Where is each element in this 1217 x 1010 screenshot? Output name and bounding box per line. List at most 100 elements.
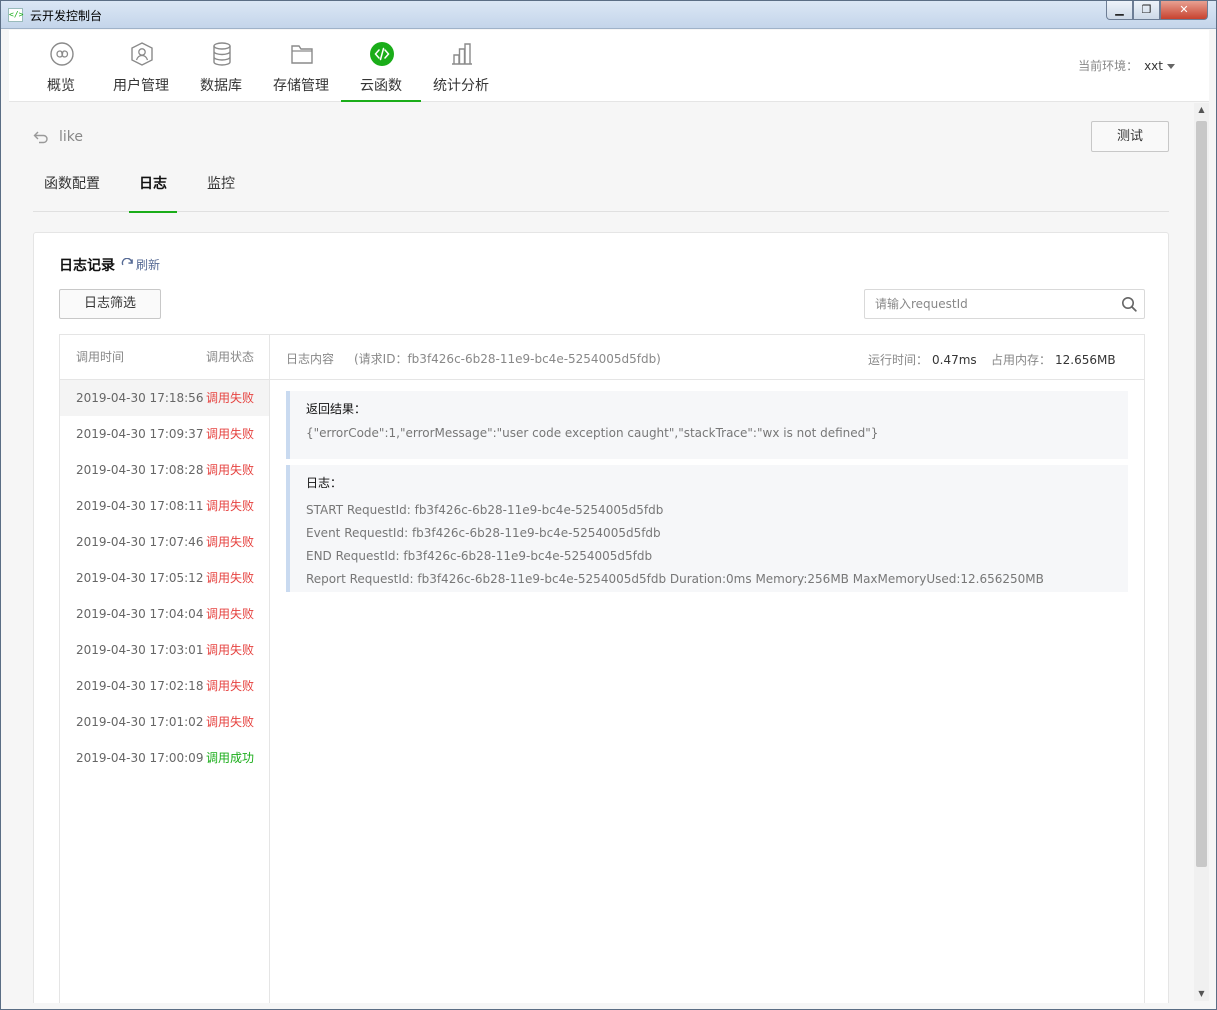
log-line: END RequestId: fb3f426c-6b28-11e9-bc4e-5… — [306, 549, 653, 563]
maximize-button[interactable]: ❐ — [1133, 1, 1160, 20]
nav-label: 概览 — [47, 78, 75, 94]
code-icon — [370, 42, 394, 66]
function-tabs: 函数配置 日志 监控 — [33, 163, 1169, 213]
nav-label: 用户管理 — [113, 78, 169, 94]
user-icon — [131, 42, 153, 66]
bar-chart-icon — [452, 43, 472, 65]
log-line: START RequestId: fb3f426c-6b28-11e9-bc4e… — [306, 503, 664, 517]
back-link[interactable]: like — [33, 129, 83, 145]
list-header: 调用时间 调用状态 — [60, 335, 269, 380]
app-window: </> 云开发控制台 ▁ ❐ ✕ 概览 用户管理 数据库 存储管理 云函数 统计… — [0, 0, 1217, 1010]
invocation-time: 2019-04-30 17:08:28 — [76, 463, 204, 477]
log-block: 日志： START RequestId: fb3f426c-6b28-11e9-… — [286, 465, 1128, 592]
app-logo-icon: </> — [8, 8, 23, 22]
nav-label: 统计分析 — [433, 78, 489, 94]
search-input[interactable] — [865, 290, 1115, 318]
invocation-time: 2019-04-30 17:18:56 — [76, 391, 204, 405]
invocation-time: 2019-04-30 17:08:11 — [76, 499, 204, 513]
runtime-label: 运行时间： — [868, 353, 929, 367]
log-filter-button[interactable]: 日志筛选 — [59, 289, 161, 319]
environment-selector[interactable]: 当前环境： xxt — [1078, 57, 1175, 74]
invocation-status: 调用失败 — [206, 607, 255, 621]
log-table: 调用时间 调用状态 2019-04-30 17:18:56 调用失败 2019-04… — [59, 334, 1145, 1003]
search-icon[interactable] — [1121, 296, 1137, 312]
runtime-info: 运行时间： 0.47ms — [868, 351, 977, 368]
invocation-status: 调用失败 — [206, 679, 255, 693]
invocation-time: 2019-04-30 17:07:46 — [76, 535, 204, 549]
column-header-time: 调用时间 — [76, 350, 125, 364]
table-row[interactable]: 2019-04-30 17:07:46 调用失败 — [60, 524, 269, 560]
minimize-button[interactable]: ▁ — [1106, 1, 1133, 20]
result-text: {"errorCode":1,"errorMessage":"user code… — [306, 426, 879, 440]
table-row[interactable]: 2019-04-30 17:04:04 调用失败 — [60, 596, 269, 632]
invocation-time: 2019-04-30 17:00:09 — [76, 751, 204, 765]
chevron-down-icon — [1167, 64, 1175, 69]
log-detail: 日志内容 (请求ID：fb3f426c-6b28-11e9-bc4e-52540… — [270, 335, 1144, 1003]
test-button[interactable]: 测试 — [1091, 121, 1169, 152]
invocation-status: 调用失败 — [206, 427, 255, 441]
tab-function-config[interactable]: 函数配置 — [43, 173, 101, 212]
result-block: 返回结果： {"errorCode":1,"errorMessage":"use… — [286, 391, 1128, 459]
invocation-list: 调用时间 调用状态 2019-04-30 17:18:56 调用失败 2019-04… — [60, 335, 270, 1003]
invocation-time: 2019-04-30 17:03:01 — [76, 643, 204, 657]
scroll-up-icon[interactable]: ▲ — [1194, 103, 1209, 117]
request-id: (请求ID：fb3f426c-6b28-11e9-bc4e-5254005d5f… — [354, 352, 661, 366]
scroll-down-icon[interactable]: ▼ — [1194, 987, 1209, 1001]
invocation-status: 调用失败 — [206, 499, 255, 513]
table-row[interactable]: 2019-04-30 17:09:37 调用失败 — [60, 416, 269, 452]
nav-item-statistics[interactable]: 统计分析 — [421, 30, 501, 102]
detail-header: 日志内容 (请求ID：fb3f426c-6b28-11e9-bc4e-52540… — [270, 335, 1144, 380]
refresh-icon — [121, 258, 133, 266]
env-label: 当前环境： — [1078, 59, 1139, 73]
window-controls: ▁ ❐ ✕ — [1106, 1, 1208, 21]
runtime-value: 0.47ms — [932, 353, 977, 367]
nav-label: 云函数 — [360, 78, 402, 94]
log-title: 日志： — [306, 476, 343, 490]
log-line: Report RequestId: fb3f426c-6b28-11e9-bc4… — [306, 572, 1044, 586]
table-row[interactable]: 2019-04-30 17:03:01 调用失败 — [60, 632, 269, 668]
log-content-label: 日志内容 — [286, 352, 335, 366]
vertical-scrollbar[interactable]: ▲ ▼ — [1194, 103, 1209, 1001]
tab-monitor[interactable]: 监控 — [205, 173, 237, 212]
invocation-status: 调用失败 — [206, 643, 255, 657]
nav-item-users[interactable]: 用户管理 — [101, 30, 181, 102]
refresh-button[interactable]: 刷新 — [121, 256, 160, 273]
nav-item-overview[interactable]: 概览 — [21, 30, 101, 102]
invocation-time: 2019-04-30 17:04:04 — [76, 607, 204, 621]
table-row[interactable]: 2019-04-30 17:08:11 调用失败 — [60, 488, 269, 524]
nav-item-storage[interactable]: 存储管理 — [261, 30, 341, 102]
tab-logs[interactable]: 日志 — [129, 173, 177, 213]
table-row[interactable]: 2019-04-30 17:08:28 调用失败 — [60, 452, 269, 488]
nav-label: 存储管理 — [273, 78, 329, 94]
database-icon — [213, 42, 231, 66]
invocation-status: 调用失败 — [206, 535, 255, 549]
invocation-status: 调用失败 — [206, 715, 255, 729]
top-navigation: 概览 用户管理 数据库 存储管理 云函数 统计分析 当前环境： xxt — [9, 30, 1209, 102]
memory-label: 占用内存： — [991, 353, 1052, 367]
folder-icon — [291, 45, 313, 64]
table-row[interactable]: 2019-04-30 17:18:56 调用失败 — [60, 380, 269, 416]
table-row[interactable]: 2019-04-30 17:00:09 调用成功 — [60, 740, 269, 776]
table-row[interactable]: 2019-04-30 17:02:18 调用失败 — [60, 668, 269, 704]
table-row[interactable]: 2019-04-30 17:05:12 调用失败 — [60, 560, 269, 596]
table-row[interactable]: 2019-04-30 17:01:02 调用失败 — [60, 704, 269, 740]
function-name: like — [59, 129, 84, 145]
title-bar[interactable]: </> 云开发控制台 ▁ ❐ ✕ — [1, 1, 1216, 29]
memory-value: 12.656MB — [1055, 353, 1116, 367]
scroll-thumb[interactable] — [1196, 121, 1207, 867]
invocation-time: 2019-04-30 17:05:12 — [76, 571, 204, 585]
close-button[interactable]: ✕ — [1160, 1, 1208, 20]
nav-label: 数据库 — [200, 78, 242, 94]
back-arrow-icon — [33, 131, 48, 144]
invocation-status: 调用失败 — [206, 571, 255, 585]
refresh-label: 刷新 — [136, 258, 161, 272]
nav-item-database[interactable]: 数据库 — [181, 30, 261, 102]
nav-item-cloud-functions[interactable]: 云函数 — [341, 30, 421, 102]
infinity-icon — [50, 42, 74, 66]
request-id-search — [864, 289, 1145, 319]
invocation-time: 2019-04-30 17:09:37 — [76, 427, 204, 441]
result-title: 返回结果： — [306, 402, 367, 416]
memory-info: 占用内存： 12.656MB — [991, 351, 1116, 368]
log-records-title: 日志记录 — [59, 258, 115, 274]
invocation-status: 调用失败 — [206, 463, 255, 477]
